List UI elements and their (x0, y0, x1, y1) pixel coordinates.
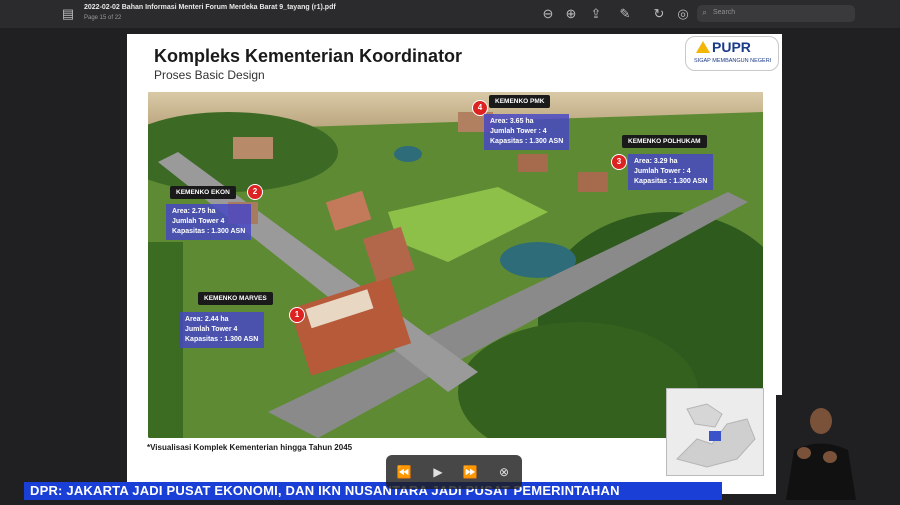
pupr-mark-icon (696, 41, 710, 53)
slide-title: Kompleks Kementerian Koordinator (154, 46, 463, 66)
minimap-image (667, 389, 763, 475)
aerial-rendering: KEMENKO PMK 4 Area: 3.65 ha Jumlah Tower… (148, 92, 763, 438)
label-kemenko-polhukam: KEMENKO POLHUKAM (622, 135, 707, 148)
label-kemenko-marves: KEMENKO MARVES (198, 292, 273, 305)
info-towers: Jumlah Tower 4 (185, 326, 238, 333)
document-title: 2022-02-02 Bahan Informasi Menteri Forum… (84, 4, 336, 11)
markup-icon[interactable]: ✎ (617, 6, 633, 22)
logo-tagline: SIGAP MEMBANGUN NEGERI (694, 58, 772, 64)
marker-1: 1 (289, 307, 305, 323)
info-area: Area: 2.75 ha (172, 208, 216, 215)
close-icon[interactable]: ⊗ (494, 462, 514, 482)
slide-subtitle: Proses Basic Design (154, 68, 265, 82)
info-towers: Jumlah Tower : 4 (634, 168, 691, 175)
play-icon[interactable]: ▶ (428, 462, 448, 482)
zoom-out-icon[interactable]: ⊖ (540, 6, 556, 22)
interpreter-figure (776, 395, 866, 500)
marker-3: 3 (611, 154, 627, 170)
annotate-icon[interactable]: ◎ (675, 6, 691, 22)
info-towers: Jumlah Tower 4 (172, 218, 225, 225)
info-area: Area: 2.44 ha (185, 316, 229, 323)
rotate-icon[interactable]: ↻ (651, 6, 667, 22)
label-kemenko-ekon: KEMENKO EKON (170, 186, 236, 199)
news-ticker: DPR: JAKARTA JADI PUSAT EKONOMI, DAN IKN… (24, 482, 722, 500)
search-icon: ⌕ (702, 7, 708, 17)
info-area: Area: 3.29 ha (634, 158, 678, 165)
info-capacity: Kapasitas : 1.300 ASN (490, 138, 564, 145)
info-area: Area: 3.65 ha (490, 118, 534, 125)
share-icon[interactable]: ⇪ (588, 6, 604, 22)
marker-2: 2 (247, 184, 263, 200)
info-capacity: Kapasitas : 1.300 ASN (172, 228, 246, 235)
info-kemenko-marves: Area: 2.44 ha Jumlah Tower 4 Kapasitas :… (179, 312, 265, 348)
slide-caption: *Visualisasi Komplek Kementerian hingga … (147, 443, 353, 452)
pupr-logo: PUPR SIGAP MEMBANGUN NEGERI (685, 36, 779, 71)
info-capacity: Kapasitas : 1.300 ASN (634, 178, 708, 185)
info-kemenko-polhukam: Area: 3.29 ha Jumlah Tower : 4 Kapasitas… (628, 154, 714, 190)
rewind-icon[interactable]: ⏪ (394, 462, 414, 482)
sign-language-interpreter (776, 395, 866, 500)
search-input[interactable]: ⌕ Search (697, 5, 855, 22)
info-towers: Jumlah Tower : 4 (490, 128, 547, 135)
info-kemenko-pmk: Area: 3.65 ha Jumlah Tower : 4 Kapasitas… (484, 114, 570, 150)
location-minimap (666, 388, 764, 476)
info-kemenko-ekon: Area: 2.75 ha Jumlah Tower 4 Kapasitas :… (166, 204, 252, 240)
info-capacity: Kapasitas : 1.300 ASN (185, 336, 259, 343)
logo-name: PUPR (712, 39, 751, 55)
viewer-toolbar: ▤ 2022-02-02 Bahan Informasi Menteri For… (0, 0, 900, 29)
media-player-controls: ⏪ ▶ ⏩ ⊗ (386, 455, 522, 489)
fast-forward-icon[interactable]: ⏩ (460, 462, 480, 482)
zoom-in-icon[interactable]: ⊕ (563, 6, 579, 22)
page-indicator: Page 15 of 22 (84, 15, 122, 21)
label-kemenko-pmk: KEMENKO PMK (489, 95, 551, 108)
search-placeholder: Search (713, 9, 736, 16)
sidebar-icon[interactable]: ▤ (60, 6, 76, 22)
